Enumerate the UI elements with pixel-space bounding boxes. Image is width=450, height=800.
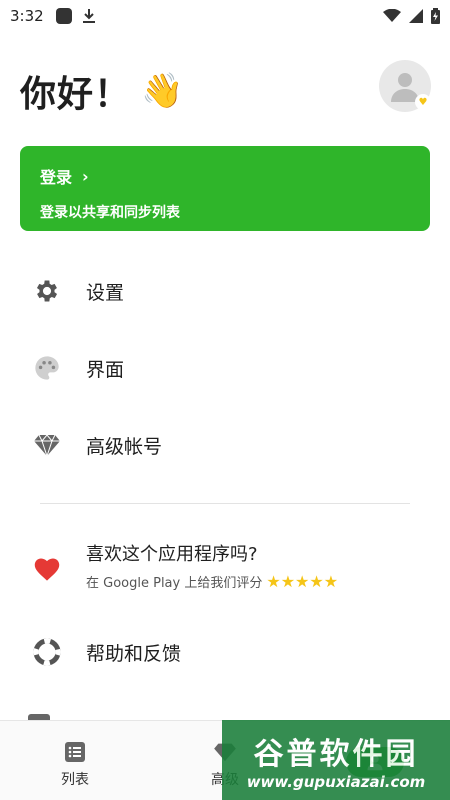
status-bar: 3:32 <box>0 0 450 32</box>
heart-icon <box>32 554 62 584</box>
menu-item-interface[interactable]: 界面 <box>0 338 450 398</box>
menu-item-help[interactable]: 帮助和反馈 <box>0 622 450 682</box>
rate-title: 喜欢这个应用程序吗? <box>86 544 258 565</box>
rate-subtitle: 在 Google Play 上给我们评分 ★★★★★ <box>86 572 338 591</box>
tab-lists[interactable]: 列表 <box>0 721 150 800</box>
watermark-logo: 谷普软件园 www.gupuxiazai.com <box>222 720 450 800</box>
menu-label-interface: 界面 <box>86 358 125 381</box>
menu-item-premium[interactable]: 高级帐号 <box>0 415 450 475</box>
app-notification-icon <box>55 8 72 24</box>
avatar-button[interactable]: ♥ <box>379 60 431 112</box>
palette-icon <box>32 353 62 383</box>
wifi-icon <box>383 9 401 23</box>
list-icon <box>62 739 88 765</box>
menu-label-help: 帮助和反馈 <box>86 642 182 665</box>
download-icon <box>82 8 96 24</box>
waving-hand-icon: 👋 <box>141 71 184 111</box>
lifebuoy-icon <box>32 637 62 667</box>
rating-stars-icon: ★★★★★ <box>266 572 339 591</box>
watermark-url: www.gupuxiazai.com <box>246 773 426 791</box>
menu-item-settings[interactable]: 设置 <box>0 261 450 321</box>
diamond-icon <box>32 430 62 460</box>
rate-subtitle-text: 在 Google Play 上给我们评分 <box>86 576 263 591</box>
watermark-title: 谷普软件园 <box>253 737 419 772</box>
divider <box>40 503 410 504</box>
login-subtitle: 登录以共享和同步列表 <box>40 205 180 221</box>
menu-item-rate-app[interactable]: 喜欢这个应用程序吗? 在 Google Play 上给我们评分 ★★★★★ <box>0 540 450 600</box>
status-system <box>383 8 440 24</box>
login-card[interactable]: 登录 › 登录以共享和同步列表 <box>20 146 430 231</box>
greeting: 你好！ 👋 <box>20 65 183 117</box>
signal-icon <box>409 9 423 23</box>
premium-heart-badge-icon: ♥ <box>415 94 431 110</box>
login-title: 登录 <box>40 168 73 187</box>
menu-label-premium: 高级帐号 <box>86 435 163 458</box>
status-time: 3:32 <box>10 7 44 25</box>
gear-icon <box>32 276 62 306</box>
tab-label-lists: 列表 <box>61 771 89 788</box>
chevron-right-icon: › <box>82 166 89 186</box>
status-notifications <box>55 8 96 24</box>
battery-icon <box>431 8 440 24</box>
greeting-text: 你好！ <box>20 74 132 115</box>
menu-label-settings: 设置 <box>86 281 125 304</box>
